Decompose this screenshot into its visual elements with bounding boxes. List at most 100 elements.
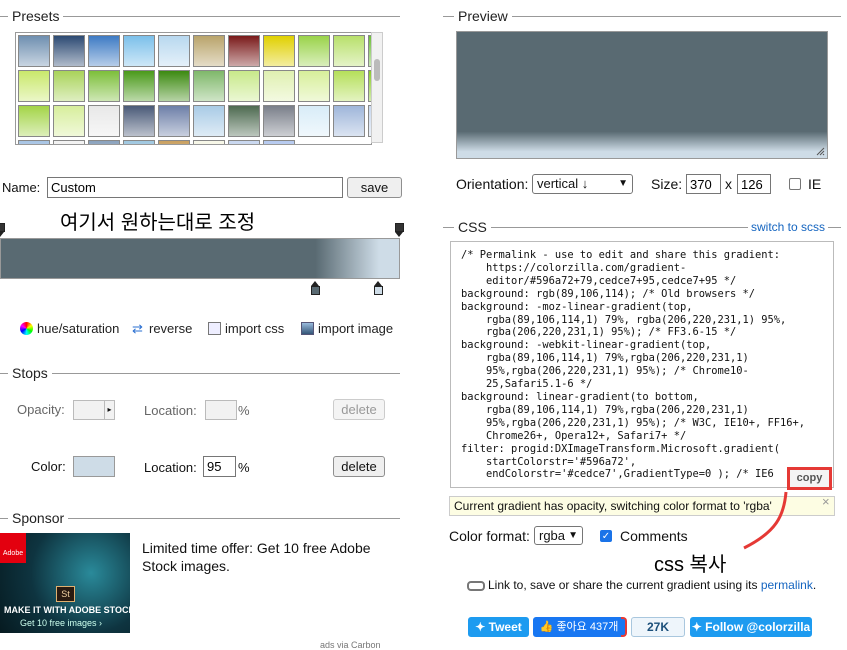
css-code-box[interactable]: /* Permalink - use to edit and share thi… bbox=[450, 241, 834, 488]
opacity-stop-left[interactable] bbox=[0, 223, 5, 237]
preset-swatch[interactable] bbox=[193, 140, 225, 144]
preset-swatch[interactable] bbox=[263, 35, 295, 67]
adjust-annotation: 여기서 원하는대로 조정 bbox=[60, 212, 256, 234]
color-stop-95[interactable] bbox=[374, 281, 383, 295]
switch-to-scss-link[interactable]: switch to scss bbox=[748, 220, 829, 234]
sponsor-text[interactable]: Limited time offer: Get 10 free Adobe St… bbox=[142, 539, 382, 575]
preset-swatch[interactable] bbox=[53, 105, 85, 137]
presets-scrollbar[interactable] bbox=[371, 32, 383, 143]
chevron-down-icon: ▼ bbox=[568, 530, 578, 541]
close-icon[interactable]: × bbox=[822, 494, 830, 509]
save-button[interactable]: save bbox=[347, 177, 402, 198]
image-icon bbox=[301, 322, 314, 335]
preset-swatch[interactable] bbox=[18, 70, 50, 102]
color-swatch-input[interactable] bbox=[73, 456, 115, 477]
preset-swatch[interactable] bbox=[228, 35, 260, 67]
ie-label: IE bbox=[808, 176, 822, 192]
preset-swatch[interactable] bbox=[298, 105, 330, 137]
preset-swatch[interactable] bbox=[88, 105, 120, 137]
facebook-like-button[interactable]: 👍 좋아요 437개 bbox=[533, 617, 625, 637]
preset-swatch[interactable] bbox=[18, 105, 50, 137]
preset-swatch[interactable] bbox=[88, 140, 120, 144]
preset-swatch[interactable] bbox=[298, 35, 330, 67]
permalink-row: Link to, save or share the current gradi… bbox=[467, 578, 816, 592]
opacity-spin-icon[interactable]: ▸ bbox=[104, 401, 114, 419]
opacity-delete-button[interactable]: delete bbox=[333, 399, 385, 420]
preset-swatch[interactable] bbox=[158, 35, 190, 67]
sponsor-ad-image[interactable]: Adobe St MAKE IT WITH ADOBE STOCK. Get 1… bbox=[0, 533, 130, 633]
css-heading: CSS bbox=[454, 219, 491, 235]
preset-swatch[interactable] bbox=[18, 35, 50, 67]
reverse-button[interactable]: ⇄ reverse bbox=[132, 321, 192, 336]
preset-swatch[interactable] bbox=[333, 35, 365, 67]
preset-swatch[interactable] bbox=[228, 70, 260, 102]
comments-checkbox[interactable]: ✓ bbox=[600, 530, 612, 542]
follow-button[interactable]: ✦ Follow @colorzilla bbox=[690, 617, 812, 637]
preset-swatch[interactable] bbox=[263, 70, 295, 102]
css-code[interactable]: /* Permalink - use to edit and share thi… bbox=[461, 249, 817, 481]
tweet-button[interactable]: ✦ Tweet bbox=[468, 617, 529, 637]
ie-checkbox[interactable] bbox=[789, 178, 801, 190]
preset-swatch[interactable] bbox=[123, 105, 155, 137]
preset-swatch[interactable] bbox=[158, 105, 190, 137]
preset-swatch[interactable] bbox=[53, 35, 85, 67]
height-input[interactable] bbox=[737, 174, 771, 194]
permalink-period: . bbox=[812, 578, 817, 592]
preset-swatch[interactable] bbox=[333, 105, 365, 137]
color-percent: % bbox=[238, 460, 250, 475]
sponsor-footer[interactable]: ads via Carbon bbox=[320, 640, 381, 650]
presets-grid[interactable] bbox=[15, 32, 372, 145]
import-image-button[interactable]: import image bbox=[301, 321, 393, 336]
preset-swatch[interactable] bbox=[123, 70, 155, 102]
orientation-select[interactable]: vertical ↓ ▼ bbox=[532, 174, 633, 194]
preset-swatch[interactable] bbox=[298, 70, 330, 102]
preset-swatch[interactable] bbox=[263, 140, 295, 144]
preset-swatch[interactable] bbox=[123, 35, 155, 67]
preset-swatch[interactable] bbox=[53, 70, 85, 102]
import-image-label: import image bbox=[318, 321, 394, 336]
preset-swatch[interactable] bbox=[88, 70, 120, 102]
adobe-logo: Adobe bbox=[0, 533, 26, 563]
preset-swatch[interactable] bbox=[193, 70, 225, 102]
link-icon bbox=[467, 580, 485, 591]
hue-saturation-button[interactable]: hue/saturation bbox=[20, 321, 119, 336]
opacity-location-label: Location: bbox=[144, 403, 197, 418]
color-label: Color: bbox=[31, 459, 66, 474]
preset-swatch[interactable] bbox=[228, 140, 260, 144]
size-x: x bbox=[725, 176, 732, 192]
preset-swatch[interactable] bbox=[88, 35, 120, 67]
color-location-input[interactable] bbox=[203, 456, 236, 477]
import-css-button[interactable]: import css bbox=[208, 321, 284, 336]
preset-swatch[interactable] bbox=[228, 105, 260, 137]
gradient-bar[interactable] bbox=[0, 238, 400, 279]
name-input[interactable] bbox=[47, 177, 343, 198]
resize-handle-icon[interactable] bbox=[815, 146, 825, 156]
preset-swatch[interactable] bbox=[158, 70, 190, 102]
preset-swatch[interactable] bbox=[158, 140, 190, 144]
hue-saturation-label: hue/saturation bbox=[37, 321, 120, 336]
opacity-stop-right[interactable] bbox=[395, 223, 404, 237]
color-delete-button[interactable]: delete bbox=[333, 456, 385, 477]
like-highlight bbox=[621, 617, 627, 637]
preview-box[interactable] bbox=[456, 31, 828, 159]
opacity-percent: % bbox=[238, 403, 250, 418]
color-format-label: Color format: bbox=[449, 528, 530, 544]
width-input[interactable] bbox=[686, 174, 721, 194]
preset-swatch[interactable] bbox=[193, 35, 225, 67]
preset-swatch[interactable] bbox=[123, 140, 155, 144]
preset-swatch[interactable] bbox=[18, 140, 50, 144]
permalink-link[interactable]: permalink bbox=[761, 578, 813, 592]
sponsor-heading: Sponsor bbox=[8, 510, 69, 526]
ad-subcaption: Get 10 free images › bbox=[20, 618, 103, 628]
opacity-location-input[interactable] bbox=[205, 400, 237, 420]
opacity-input[interactable]: ▸ bbox=[73, 400, 115, 420]
color-format-select[interactable]: rgba ▼ bbox=[534, 526, 583, 545]
copy-button[interactable]: copy bbox=[787, 467, 832, 490]
color-stop-79[interactable] bbox=[311, 281, 320, 295]
stock-logo: St bbox=[56, 586, 75, 602]
preset-swatch[interactable] bbox=[53, 140, 85, 144]
preset-swatch[interactable] bbox=[333, 70, 365, 102]
reverse-arrows-icon: ⇄ bbox=[132, 321, 143, 336]
preset-swatch[interactable] bbox=[193, 105, 225, 137]
preset-swatch[interactable] bbox=[263, 105, 295, 137]
